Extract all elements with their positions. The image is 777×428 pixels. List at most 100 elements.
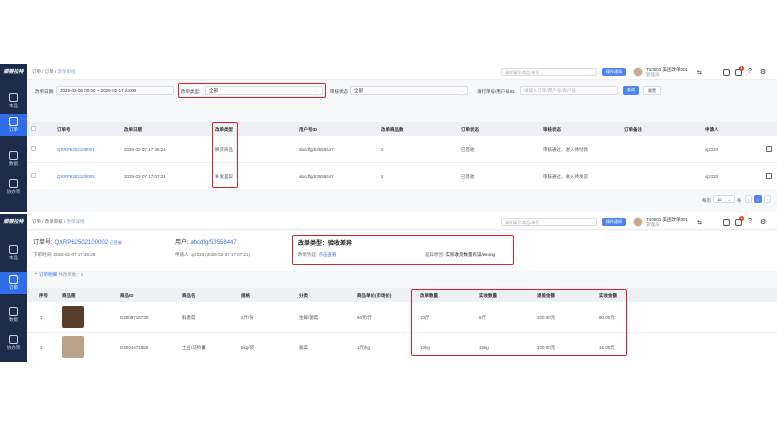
product-price: 1元/kg [357,345,371,350]
page-1-button[interactable]: 1 [754,195,762,203]
applicant: xjz333 [705,147,719,152]
row-checkbox[interactable] [31,173,36,178]
chevron-down-icon: ⌄ [460,88,464,93]
breadcrumb-current: 改单详情 [66,219,85,224]
order-user: abcdfg/53558447 [299,147,334,152]
page-size-unit: 条 [737,198,742,203]
view-icon[interactable] [766,173,772,179]
switch-icon[interactable]: ⇆ [697,69,702,76]
user-info[interactable]: T10001 美团改单001 管理员 [646,217,688,227]
column-header: 分类 [299,293,308,298]
product-category: 生鲜/菌菇 [299,315,319,320]
order-status: 已签收 [461,174,475,179]
audit-select[interactable]: 全部 ⌄ [350,86,468,95]
column-header: 商品单价(市场价) [357,293,392,298]
app-logo: 顺银拉特 [3,219,24,225]
type-filter-highlight [178,83,326,98]
column-header: 改单商品数 [381,127,404,132]
search-button[interactable]: 查询 [623,86,639,95]
global-search-input[interactable]: 请仅填写/商品/单号 [501,68,597,76]
prev-page-button[interactable]: ‹ [745,195,752,203]
settings-icon[interactable]: ⚙ [760,218,766,226]
sidebar-item-orders[interactable]: 订单 [0,114,27,136]
sidebar-item-tasks[interactable]: 协办项 [0,332,27,354]
change-type-highlight [292,235,514,265]
order-status: 已签收 [461,147,475,152]
collapse-icon[interactable]: ⌃ [34,272,38,277]
sidebar-item-goods[interactable]: 本品 [0,242,27,264]
order-date: 2025-02-07 17:07:21 [124,174,166,179]
sidebar: 顺银拉特 本品 订单 数据 协办项 [0,64,27,212]
help-icon[interactable]: ? [748,218,752,225]
swap-icon [9,179,18,188]
column-header: 审核状态 [543,127,561,132]
breadcrumb-item[interactable]: 改单审核 [45,219,63,224]
chevron-down-icon: ⌄ [727,197,731,202]
lock-icon[interactable] [723,69,730,76]
list-icon [9,117,18,126]
detail-table-header: 序号 商品图 商品ID 商品名 规格 分类 商品单价(市场价) 改单数量 实收数… [27,288,777,302]
order-count: 2 [381,174,384,179]
notify-button[interactable]: 操作通知 [602,218,626,226]
date-label: 改单日期: [35,89,55,94]
breadcrumb: 订单 / 改单审核 / 改单详情 [32,219,85,224]
column-header: 订单状态 [461,127,479,132]
product-image[interactable] [62,306,84,328]
list-icon [9,275,18,284]
view-icon[interactable] [766,146,772,152]
order-link[interactable]: QXRP6302100002 [57,174,95,179]
type-column-highlight [212,122,238,188]
product-spec: 2斤/份 [241,315,254,320]
breadcrumb-item[interactable]: 订单 [32,219,41,224]
applicant: xjz333 [705,174,719,179]
notification-badge: 1 [739,216,744,221]
detail-screen: 顺银拉特 本品 订单 数据 协办项 订单 / 改单审核 / 改单详情 请仅填写/… [0,214,777,362]
column-header: 改单日期 [124,127,142,132]
notify-button[interactable]: 操作通知 [602,68,626,76]
avatar[interactable] [633,67,643,77]
table-row[interactable]: QXRP6302100001 2025-02-07 17:36:24 换货商品 … [27,136,777,162]
date-range-input[interactable]: 2025-02-06 00:00 ~ 2025-02-17 24:00 [56,86,174,95]
product-spec: 5kg/袋 [241,345,255,350]
avatar[interactable] [633,217,643,227]
product-price: 50元/斤 [357,315,373,320]
sidebar-item-orders[interactable]: 订单 [0,272,27,294]
product-image[interactable] [62,336,84,358]
chart-icon [9,151,18,160]
table-row[interactable]: QXRP6302100002 2025-02-07 17:07:21 补发差异 … [27,163,777,189]
sidebar-item-goods[interactable]: 本品 [0,90,27,112]
switch-icon[interactable]: ⇆ [697,219,702,226]
order-user: 用户: abcdfg/53558447 [175,240,237,246]
column-header: 商品ID [120,293,134,298]
box-icon [9,93,18,102]
lock-icon[interactable] [723,219,730,226]
swap-icon [9,335,18,344]
row-checkbox[interactable] [31,146,36,151]
breadcrumb-item[interactable]: 订单 [32,69,41,74]
sidebar-item-data[interactable]: 数据 [0,304,27,326]
sidebar-item-data[interactable]: 数据 [0,148,27,170]
breadcrumb-item[interactable]: 订单 [45,69,54,74]
select-all-checkbox[interactable] [31,126,36,131]
column-header: 商品图 [62,293,76,298]
sidebar: 顺银拉特 本品 订单 数据 协办项 [0,214,27,362]
global-search-input[interactable]: 请仅填写/商品/单号 [501,218,597,226]
settings-icon[interactable]: ⚙ [760,68,766,76]
help-icon[interactable]: ? [748,68,752,75]
sidebar-item-tasks[interactable]: 协办项 [0,176,27,198]
keyword-label: 请行单号/用户号ID: [477,89,516,94]
breadcrumb: 订单 / 订单 / 改单审核 [32,69,76,74]
row-index: 1 [40,315,43,320]
page-size-select[interactable]: 10 ⌄ [713,195,735,203]
column-header: 申请人 [705,127,719,132]
keyword-input[interactable]: 请输入订单/用户号/商户号 [520,86,618,95]
next-page-button[interactable]: › [764,195,771,203]
product-category: 蔬菜 [299,345,308,350]
table-row: 1 D3009716730 鲜香菇 2斤/份 生鲜/菌菇 50元/斤 10斤 8… [27,302,777,332]
reset-button[interactable]: 重置 [643,86,661,95]
user-info[interactable]: T10001 美团改单001 管理员 [646,67,688,77]
row-index: 2 [40,345,43,350]
audit-status: 审核通过，进入待付款 [543,147,588,152]
product-name: 土豆/马铃薯 [182,345,206,350]
order-link[interactable]: QXRP6302100001 [57,147,95,152]
